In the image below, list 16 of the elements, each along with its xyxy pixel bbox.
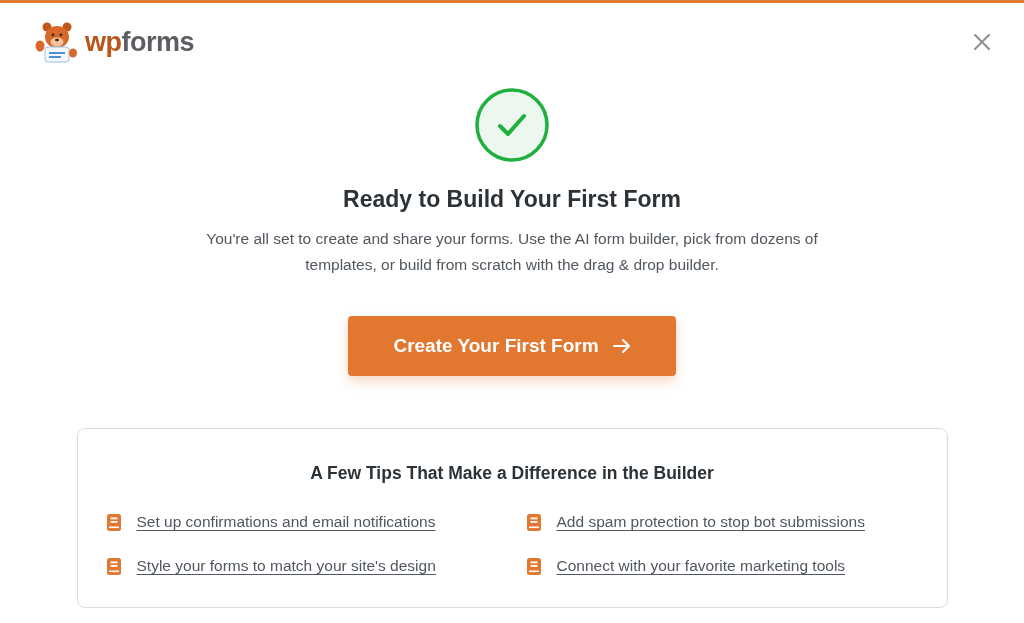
book-icon xyxy=(526,513,541,531)
book-icon xyxy=(526,557,541,575)
close-button[interactable] xyxy=(973,33,991,51)
page-heading: Ready to Build Your First Form xyxy=(343,185,681,214)
arrow-right-icon xyxy=(612,338,631,354)
tip-link[interactable]: Style your forms to match your site's design xyxy=(136,555,436,577)
tip-link[interactable]: Connect with your favorite marketing tools xyxy=(556,555,846,577)
book-icon xyxy=(106,557,121,575)
book-icon xyxy=(106,513,121,531)
close-icon xyxy=(974,34,990,50)
wpforms-logo-text: wpforms xyxy=(85,27,194,57)
check-circle-icon xyxy=(475,88,549,162)
tip-link[interactable]: Set up confirmations and email notifications xyxy=(136,511,436,533)
description-text: You're all set to create and share your forms. Use the AI form builder, pick from dozens of templates, or build from scratch with the drag & drop builder. xyxy=(205,229,819,275)
tip-link[interactable]: Add spam protection to stop bot submissions xyxy=(556,511,865,533)
tips-heading: A Few Tips That Make a Difference in the Builder xyxy=(309,462,715,485)
